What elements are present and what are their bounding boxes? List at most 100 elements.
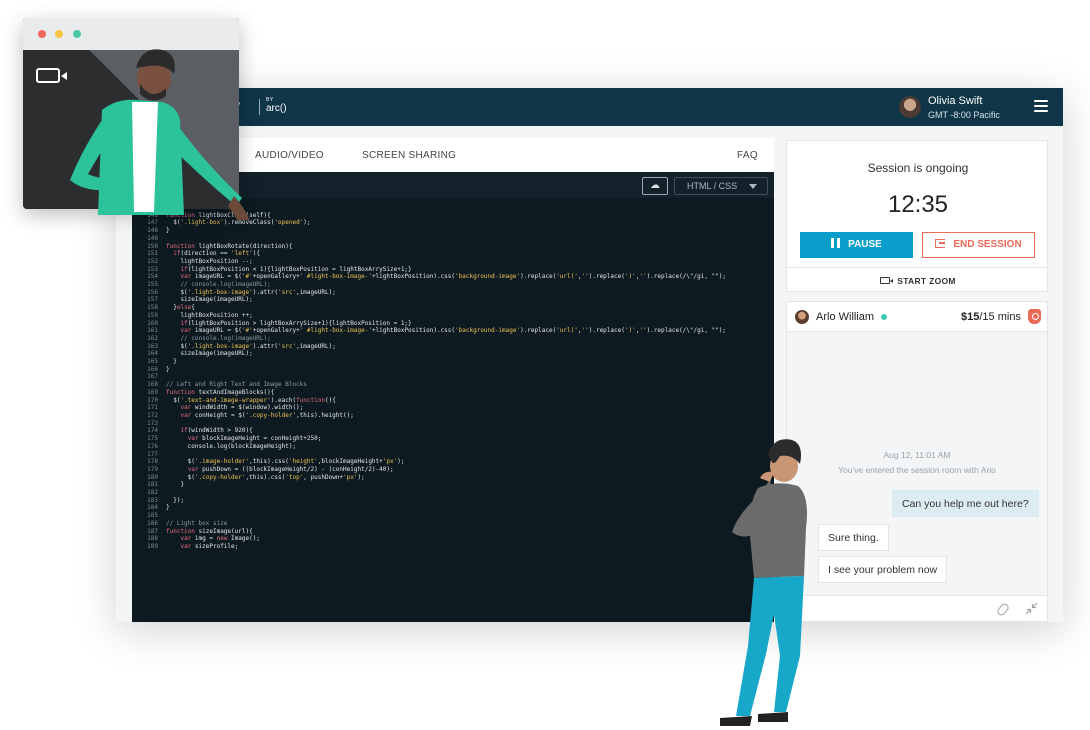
code-text: $('.copy-holder',this).css('top', pushDo… xyxy=(166,473,365,481)
line-number: 174 xyxy=(147,427,158,435)
video-camera-icon xyxy=(880,277,894,284)
minimize-window-icon[interactable] xyxy=(55,30,63,38)
code-text: if(lightBoxPosition < 1){lightBoxPositio… xyxy=(180,265,412,273)
line-number: 167 xyxy=(147,373,158,381)
chevron-down-icon xyxy=(749,184,757,189)
tab-faq[interactable]: FAQ xyxy=(737,150,758,161)
line-number: 180 xyxy=(147,473,158,481)
chat-footer xyxy=(787,595,1047,621)
code-line: 156 $('.light-box-image').attr('src',ima… xyxy=(136,289,766,297)
code-text: var sizeProfile; xyxy=(180,542,239,550)
code-text: }); xyxy=(166,496,185,504)
pause-button[interactable]: PAUSE xyxy=(800,232,913,258)
code-line: 155 // console.log(imageURL); xyxy=(136,281,766,289)
code-line: 161 var imageURL = $('#'+openGallery+' #… xyxy=(136,327,766,335)
code-text: function lightBoxRotate(direction){ xyxy=(166,242,293,250)
illustration-man-pointing xyxy=(70,49,250,220)
code-line: 186 // Light box size xyxy=(136,520,766,528)
cloud-save-icon[interactable]: ☁ xyxy=(642,177,668,195)
line-number: 189 xyxy=(147,542,158,550)
code-text: } xyxy=(166,227,170,235)
code-text: var imageURL = $('#'+openGallery+' #ligh… xyxy=(180,327,727,335)
code-line: 180 $('.copy-holder',this).css('top', pu… xyxy=(136,474,766,482)
illustration-thinking-man xyxy=(720,439,807,726)
tab-screen-sharing[interactable]: SCREEN SHARING xyxy=(362,150,456,161)
code-text: $('.light-box-image').attr('src',imageUR… xyxy=(166,288,336,296)
close-window-icon[interactable] xyxy=(38,30,46,38)
line-number: 188 xyxy=(147,535,158,543)
maximize-window-icon[interactable] xyxy=(73,30,81,38)
line-number: 164 xyxy=(147,350,158,358)
code-line: 172 var conHeight = $('.copy-holder',thi… xyxy=(136,412,766,420)
code-text: var windWidth = $(window).width(); xyxy=(180,404,304,412)
code-text: $('.light-box-image').attr('src',imageUR… xyxy=(166,342,336,350)
code-editor[interactable]: ☁ HTML / CSS 145});146function lightBoxC… xyxy=(132,172,774,622)
line-number: 173 xyxy=(147,419,158,427)
line-number: 166 xyxy=(147,365,158,373)
code-content[interactable]: 145});146function lightBoxClose(self){14… xyxy=(136,204,766,551)
session-rate: $15/15 mins xyxy=(961,311,1021,323)
code-line: 164 sizeImage(imageURL); xyxy=(136,350,766,358)
session-status: Session is ongoing xyxy=(867,161,969,175)
line-number: 158 xyxy=(147,304,158,312)
code-text: if(direction == 'left'){ xyxy=(173,250,260,258)
code-text: sizeImage(imageURL); xyxy=(166,350,253,358)
line-number: 152 xyxy=(147,257,158,265)
rate-price: $15 xyxy=(961,311,980,323)
code-text: } xyxy=(166,504,170,512)
line-number: 153 xyxy=(147,265,158,273)
code-line: 174 if(windWidth > 920){ xyxy=(136,427,766,435)
pause-label: PAUSE xyxy=(848,239,882,250)
code-line: 187 function sizeImage(url){ xyxy=(136,528,766,536)
code-line: 150 function lightBoxRotate(direction){ xyxy=(136,243,766,251)
line-number: 162 xyxy=(147,334,158,342)
line-number: 161 xyxy=(147,327,158,335)
code-line: 160 if(lightBoxPosition > lightBoxArrySi… xyxy=(136,320,766,328)
code-text: var blockImageHeight = conHeight+250; xyxy=(187,435,322,443)
code-text: if(windWidth > 920){ xyxy=(180,427,253,435)
line-number: 157 xyxy=(147,296,158,304)
online-status-icon xyxy=(881,314,887,320)
code-text: // Light box size xyxy=(166,519,228,527)
code-line: 153 if(lightBoxPosition < 1){lightBoxPos… xyxy=(136,266,766,274)
tab-audio-video[interactable]: AUDIO/VIDEO xyxy=(255,150,324,161)
code-line: 168 // Left and Right Text and Image Bloc… xyxy=(136,381,766,389)
code-text: var img = new Image(); xyxy=(180,535,260,543)
line-number: 147 xyxy=(147,219,158,227)
line-number: 176 xyxy=(147,442,158,450)
code-text: lightBoxPosition --; xyxy=(166,257,253,265)
camera-icon[interactable] xyxy=(36,68,67,83)
start-zoom-button[interactable]: START ZOOM xyxy=(787,267,1049,293)
language-select[interactable]: HTML / CSS xyxy=(674,177,768,195)
code-text: }else{ xyxy=(166,304,195,312)
code-line: 181 } xyxy=(136,481,766,489)
code-line: 165 } xyxy=(136,358,766,366)
code-line: 158 }else{ xyxy=(136,304,766,312)
line-number: 155 xyxy=(147,281,158,289)
code-text: // Left and Right Text and Image Blocks xyxy=(166,381,307,389)
collapse-icon[interactable] xyxy=(1025,602,1038,615)
code-line: 162 // console.log(imageURL); xyxy=(136,335,766,343)
code-line: 176 console.log(blockImageHeight); xyxy=(136,443,766,451)
code-text: var conHeight = $('.copy-holder',this).h… xyxy=(180,411,354,419)
paperclip-icon[interactable] xyxy=(995,601,1011,618)
start-zoom-label: START ZOOM xyxy=(897,276,956,286)
code-line: 171 var windWidth = $(window).width(); xyxy=(136,404,766,412)
session-timer: 12:35 xyxy=(887,191,949,218)
line-number: 181 xyxy=(147,481,158,489)
chat-message-mentor: I see your problem now xyxy=(818,556,948,583)
line-number: 187 xyxy=(147,527,158,535)
line-number: 168 xyxy=(147,381,158,389)
chat-message-mentor: Sure thing. xyxy=(818,524,889,551)
user-avatar[interactable] xyxy=(899,96,921,118)
code-text: function textAndImageBlocks(){ xyxy=(166,388,275,396)
line-number: 154 xyxy=(147,273,158,281)
hamburger-menu-icon[interactable] xyxy=(1034,100,1048,112)
exit-icon xyxy=(935,239,946,248)
code-text: $('.text-and-image-wrapper').each(functi… xyxy=(166,396,336,404)
line-number: 184 xyxy=(147,504,158,512)
line-number: 172 xyxy=(147,411,158,419)
end-session-button[interactable]: END SESSION xyxy=(922,232,1035,258)
code-text: } xyxy=(166,365,170,373)
code-line: 188 var img = new Image(); xyxy=(136,535,766,543)
